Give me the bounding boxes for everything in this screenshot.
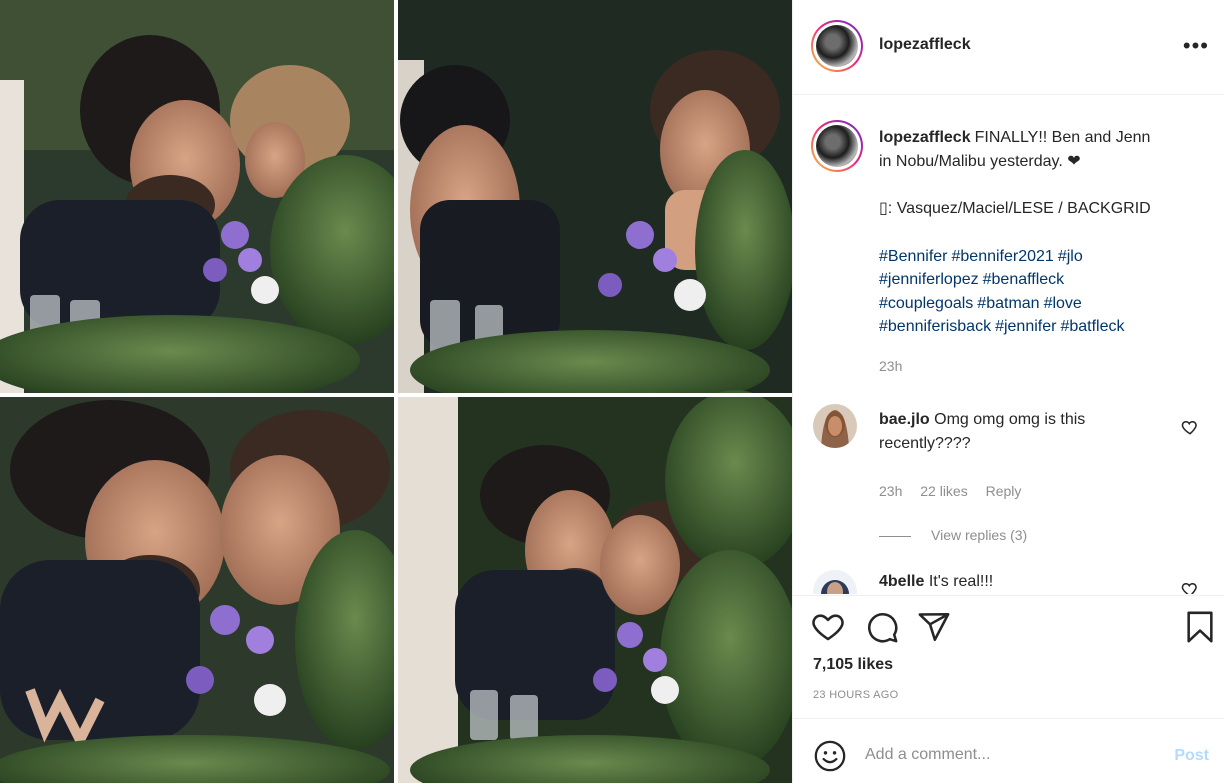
post-action-bar: 7,105 likes 23 HOURS AGO bbox=[793, 595, 1224, 717]
hashtag-link[interactable]: #couplegoals bbox=[879, 295, 973, 312]
more-options-icon[interactable]: ••• bbox=[1183, 35, 1209, 57]
like-comment-heart-icon[interactable] bbox=[1181, 418, 1199, 436]
photo-panel-top-left bbox=[0, 0, 420, 405]
replies-divider bbox=[879, 535, 911, 537]
comment-icon[interactable] bbox=[865, 610, 899, 644]
hashtag-link[interactable]: #jenniferlopez bbox=[879, 271, 979, 288]
caption-timestamp[interactable]: 23h bbox=[879, 358, 902, 374]
hashtag-link[interactable]: #love bbox=[1044, 295, 1082, 312]
hashtag-link[interactable]: #bennifer2021 bbox=[952, 248, 1054, 265]
caption-line-2: in Nobu/Malibu yesterday. ❤ bbox=[879, 152, 1081, 170]
bookmark-icon[interactable] bbox=[1183, 610, 1217, 644]
comment-input[interactable] bbox=[865, 737, 1155, 773]
hashtag-line: #couplegoals #batman #love bbox=[879, 292, 1199, 316]
comment-meta: 23h 22 likes Reply bbox=[879, 483, 1035, 499]
share-icon[interactable] bbox=[917, 610, 951, 644]
author-username[interactable]: lopezaffleck bbox=[879, 36, 971, 54]
photo-panel-top-right bbox=[398, 0, 792, 410]
comment-time[interactable]: 23h bbox=[879, 483, 902, 499]
commenter-username[interactable]: 4belle bbox=[879, 573, 924, 590]
comment-body: 4belle It's real!!! bbox=[879, 570, 1179, 594]
hashtag-link[interactable]: #Bennifer bbox=[879, 248, 948, 265]
comment-text: It's real!!! bbox=[928, 573, 994, 590]
photo-panel-bottom-right bbox=[398, 390, 792, 783]
caption-username[interactable]: lopezaffleck bbox=[879, 129, 971, 146]
commenter-avatar[interactable] bbox=[813, 404, 857, 448]
commenter-avatar[interactable] bbox=[813, 570, 857, 594]
view-replies-button[interactable]: View replies (3) bbox=[879, 527, 1027, 543]
caption-avatar[interactable] bbox=[811, 120, 863, 172]
caption-line-1: FINALLY!! Ben and Jenn bbox=[974, 129, 1151, 146]
comment-likes[interactable]: 22 likes bbox=[920, 483, 967, 499]
hashtag-link[interactable]: #batfleck bbox=[1060, 318, 1124, 335]
photo-credit: ▯: Vasquez/Maciel/LESE / BACKGRID bbox=[879, 200, 1151, 217]
post-side-panel: lopezaffleck ••• lopezaffleck FINALLY!! B… bbox=[792, 0, 1224, 783]
hashtag-line: #benniferisback #jennifer #batfleck bbox=[879, 315, 1199, 339]
hashtag-link[interactable]: #jennifer bbox=[995, 318, 1056, 335]
caption-text: lopezaffleck FINALLY!! Ben and Jenn in No… bbox=[879, 126, 1199, 339]
add-comment-bar: Post bbox=[793, 718, 1224, 783]
post-comment-button[interactable]: Post bbox=[1174, 747, 1209, 765]
reply-button[interactable]: Reply bbox=[986, 483, 1022, 499]
like-comment-heart-icon[interactable] bbox=[1181, 580, 1199, 594]
heart-icon[interactable] bbox=[811, 610, 845, 644]
hashtag-link[interactable]: #jlo bbox=[1058, 248, 1083, 265]
likes-count[interactable]: 7,105 likes bbox=[813, 656, 893, 674]
author-avatar[interactable] bbox=[811, 20, 863, 72]
photo-panel-bottom-left bbox=[0, 397, 415, 783]
emoji-icon[interactable] bbox=[813, 739, 847, 773]
post-timestamp[interactable]: 23 HOURS AGO bbox=[813, 689, 899, 701]
post-header: lopezaffleck ••• bbox=[793, 0, 1224, 95]
hashtag-line: #jenniferlopez #benaffleck bbox=[879, 268, 1199, 292]
view-replies-label: View replies (3) bbox=[931, 527, 1028, 543]
comments-scroll-area[interactable]: lopezaffleck FINALLY!! Ben and Jenn in No… bbox=[793, 96, 1224, 594]
hashtag-link[interactable]: #benaffleck bbox=[983, 271, 1065, 288]
comment-body: bae.jlo Omg omg omg is this recently???? bbox=[879, 408, 1179, 455]
post-photo-collage bbox=[0, 0, 792, 783]
hashtag-link[interactable]: #benniferisback bbox=[879, 318, 991, 335]
hashtag-line: #Bennifer #bennifer2021 #jlo bbox=[879, 245, 1199, 269]
hashtag-link[interactable]: #batman bbox=[977, 295, 1039, 312]
commenter-username[interactable]: bae.jlo bbox=[879, 411, 930, 428]
